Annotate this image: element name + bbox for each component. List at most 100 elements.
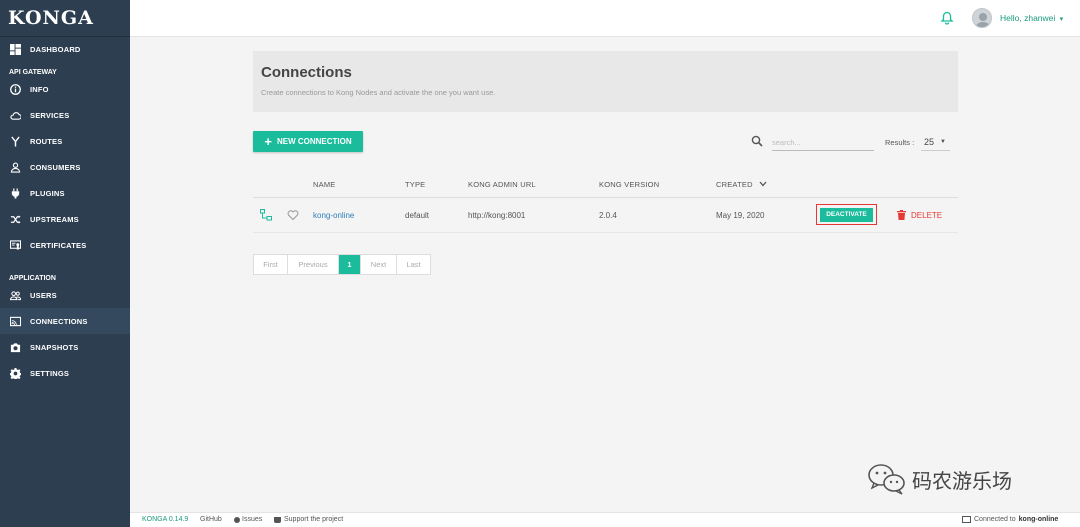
connection-name-link[interactable]: kong-online <box>313 211 354 220</box>
info-icon <box>9 83 21 95</box>
footer-connected-prefix: Connected to <box>974 516 1016 523</box>
heart-icon[interactable] <box>287 209 299 221</box>
wechat-icon <box>868 464 905 495</box>
plug-icon <box>9 187 21 199</box>
sidebar-item-certificates[interactable]: CERTIFICATES <box>0 232 130 258</box>
user-greeting: Hello, zhanwei <box>1000 13 1056 23</box>
sidebar-item-plugins[interactable]: PLUGINS <box>0 180 130 206</box>
plus-icon: + <box>264 134 272 149</box>
page-title: Connections <box>261 64 352 81</box>
sidebar: KONGA DASHBOARD API GATEWAY INFO SERVICE… <box>0 0 130 527</box>
table-row: kong-online default http://kong:8001 2.0… <box>253 198 958 233</box>
connections-icon <box>962 516 971 523</box>
dashboard-icon <box>9 44 21 56</box>
watermark-text: 码农游乐场 <box>912 468 1012 493</box>
pagination: First Previous 1 Next Last <box>253 254 431 275</box>
sidebar-item-label: SNAPSHOTS <box>30 342 79 352</box>
connection-type: default <box>405 211 430 220</box>
connection-version: 2.0.4 <box>599 211 617 220</box>
connection-url: http://kong:8001 <box>468 211 526 220</box>
routes-icon <box>9 135 21 147</box>
user-icon <box>9 161 21 173</box>
section-label-application: APPLICATION <box>9 275 56 282</box>
sidebar-item-label: PLUGINS <box>30 188 65 198</box>
footer-version[interactable]: KONGA 0.14.9 <box>142 516 188 523</box>
user-menu[interactable]: Hello, zhanwei ▾ <box>1000 13 1063 23</box>
sidebar-item-label: DASHBOARD <box>30 45 81 54</box>
footer: KONGA 0.14.9 GitHub Issues Support the p… <box>130 512 1080 527</box>
deactivate-highlight: DEACTIVATE <box>816 204 877 225</box>
sidebar-item-label: ROUTES <box>30 136 63 146</box>
gear-icon <box>9 367 21 379</box>
sidebar-item-label: CERTIFICATES <box>30 240 87 250</box>
sidebar-item-dashboard[interactable]: DASHBOARD <box>0 37 130 62</box>
network-icon[interactable] <box>260 209 272 221</box>
footer-issues-link[interactable]: Issues <box>234 516 262 523</box>
sidebar-item-services[interactable]: SERVICES <box>0 102 130 128</box>
results-label: Results : <box>885 138 915 147</box>
delete-button[interactable]: DELETE <box>897 210 942 220</box>
page-last-button[interactable]: Last <box>397 255 430 274</box>
chevron-down-icon <box>759 181 767 187</box>
sidebar-item-label: INFO <box>30 84 49 94</box>
avatar[interactable] <box>972 8 992 28</box>
sidebar-item-label: SETTINGS <box>30 368 70 378</box>
sidebar-item-snapshots[interactable]: SNAPSHOTS <box>0 334 130 360</box>
watermark: 码农游乐场 <box>866 462 1012 496</box>
delete-label: DELETE <box>911 210 943 220</box>
page-number-button[interactable]: 1 <box>339 255 361 274</box>
chevron-down-icon: ▾ <box>1059 16 1064 23</box>
footer-support-label: Support the project <box>284 516 344 523</box>
search-icon <box>751 135 763 147</box>
shuffle-icon <box>9 213 21 225</box>
page-subtitle: Create connections to Kong Nodes and act… <box>261 88 496 97</box>
sidebar-item-connections[interactable]: CONNECTIONS <box>0 308 130 334</box>
certificate-icon <box>9 239 21 251</box>
sidebar-item-consumers[interactable]: CONSUMERS <box>0 154 130 180</box>
column-header-url[interactable]: KONG ADMIN URL <box>468 180 536 189</box>
results-per-page-select[interactable]: 25 ▼ <box>921 133 950 151</box>
sidebar-item-label: CONSUMERS <box>30 162 81 172</box>
konga-logo[interactable]: KONGA <box>0 0 130 37</box>
column-header-name[interactable]: NAME <box>313 180 335 189</box>
sidebar-item-users[interactable]: USERS <box>0 282 130 308</box>
page-first-button[interactable]: First <box>254 255 288 274</box>
table-header: NAME TYPE KONG ADMIN URL KONG VERSION CR… <box>253 170 958 198</box>
sidebar-item-upstreams[interactable]: UPSTREAMS <box>0 206 130 232</box>
footer-support-link[interactable]: Support the project <box>274 516 343 523</box>
coffee-icon <box>274 516 281 523</box>
bug-icon <box>234 516 240 523</box>
footer-issues-label: Issues <box>242 516 263 523</box>
column-header-type[interactable]: TYPE <box>405 180 425 189</box>
trash-icon <box>897 210 906 220</box>
results-value: 25 <box>924 136 935 147</box>
deactivate-button[interactable]: DEACTIVATE <box>820 207 873 222</box>
column-header-created[interactable]: CREATED <box>716 180 767 189</box>
section-label-api-gateway: API GATEWAY <box>9 69 57 76</box>
column-header-version[interactable]: KONG VERSION <box>599 180 659 189</box>
bell-icon[interactable] <box>940 11 954 25</box>
cloud-icon <box>9 109 21 121</box>
footer-connected-name: kong-online <box>1018 516 1059 523</box>
page-next-button[interactable]: Next <box>361 255 397 274</box>
footer-connection-status: Connected to kong-online <box>962 516 1058 523</box>
page-header: Connections Create connections to Kong N… <box>253 51 958 112</box>
top-bar: Hello, zhanwei ▾ <box>130 0 1080 37</box>
new-connection-button[interactable]: + NEW CONNECTION <box>253 131 363 152</box>
sidebar-item-label: USERS <box>30 290 57 300</box>
page-previous-button[interactable]: Previous <box>288 255 339 274</box>
sidebar-item-label: CONNECTIONS <box>30 316 88 326</box>
connections-icon <box>9 315 21 327</box>
connection-created: May 19, 2020 <box>716 211 765 220</box>
footer-github-link[interactable]: GitHub <box>200 516 222 523</box>
camera-icon <box>9 341 21 353</box>
new-connection-label: NEW CONNECTION <box>276 137 352 146</box>
sidebar-item-info[interactable]: INFO <box>0 76 130 102</box>
users-icon <box>9 289 21 301</box>
sidebar-item-label: SERVICES <box>30 110 70 120</box>
search-input[interactable] <box>772 134 874 151</box>
chevron-down-icon: ▼ <box>940 138 946 145</box>
sidebar-item-settings[interactable]: SETTINGS <box>0 360 130 386</box>
sidebar-item-routes[interactable]: ROUTES <box>0 128 130 154</box>
column-header-created-label: CREATED <box>716 180 753 189</box>
